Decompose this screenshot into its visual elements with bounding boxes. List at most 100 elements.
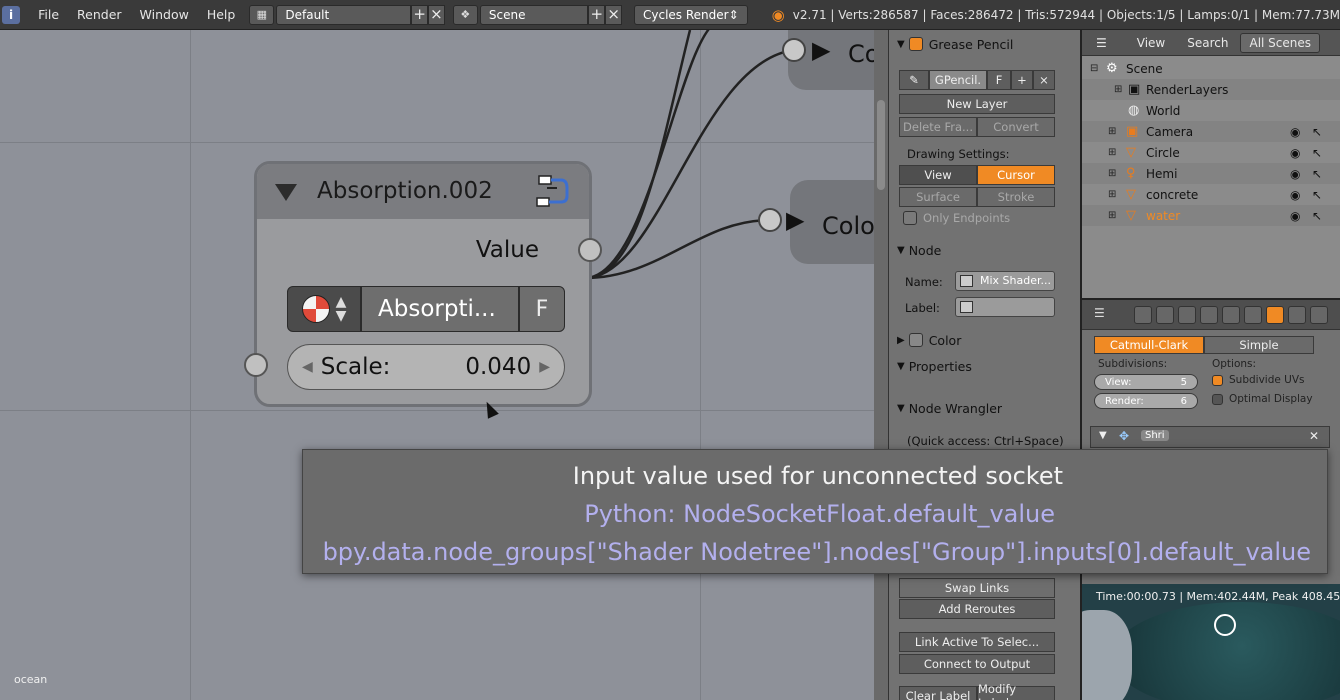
subdivide-uvs-toggle[interactable]: Subdivide UVs	[1212, 374, 1305, 386]
expand-triangle-icon[interactable]: ▼	[897, 403, 905, 414]
collapse-triangle-icon[interactable]: ▼	[1099, 430, 1107, 441]
node-tree-name-field[interactable]: Absorpti...	[361, 286, 519, 332]
add-screen-button[interactable]: +	[411, 4, 429, 25]
modifiers-tab[interactable]	[1266, 306, 1284, 324]
node-wrangler-header[interactable]: ▼ Node Wrangler	[897, 398, 1002, 418]
outliner-item-water[interactable]: ⊞ ▽ water ◉ ↖	[1082, 205, 1340, 226]
add-reroutes-button[interactable]: Add Reroutes	[899, 599, 1055, 619]
expand-icon[interactable]: ⊞	[1108, 189, 1116, 200]
node-input-socket[interactable]	[782, 38, 806, 62]
selectable-arrow-icon[interactable]: ↖	[1312, 167, 1322, 181]
outliner-item-camera[interactable]: ⊞ ▣ Camera ◉ ↖	[1082, 121, 1340, 142]
scene-browse-icon[interactable]: ❖	[452, 4, 478, 25]
collapse-triangle-icon[interactable]	[275, 184, 297, 201]
expand-icon[interactable]: ⊞	[1108, 147, 1116, 158]
absorption-group-node[interactable]: Absorption.002 Value ▲ ▼ Absorpti... F ◀ …	[244, 161, 602, 407]
expand-icon[interactable]: ⊞	[1108, 168, 1116, 179]
visibility-eye-icon[interactable]: ◉	[1290, 167, 1300, 181]
node-section-header[interactable]: ▼ Node	[897, 240, 941, 260]
world-tab[interactable]	[1200, 306, 1218, 324]
color-checkbox[interactable]	[908, 333, 923, 347]
3d-cursor-icon[interactable]	[1214, 614, 1236, 636]
node-group-icon[interactable]	[535, 174, 569, 208]
expand-icon[interactable]: ⊟	[1090, 63, 1098, 74]
gpencil-browse-button[interactable]: ✎	[899, 70, 929, 90]
properties-scrollbar[interactable]	[874, 30, 888, 700]
only-endpoints-toggle[interactable]: Only Endpoints	[903, 208, 1010, 228]
selectable-arrow-icon[interactable]: ↖	[1312, 209, 1322, 223]
outliner-item-world[interactable]: ◍ World	[1082, 100, 1340, 121]
new-layer-button[interactable]: New Layer	[899, 94, 1055, 114]
material-tab[interactable]	[1310, 306, 1328, 324]
increment-arrow-icon[interactable]: ▶	[539, 359, 550, 375]
gpencil-fake-user-button[interactable]: F	[987, 70, 1011, 90]
visibility-eye-icon[interactable]: ◉	[1290, 125, 1300, 139]
simple-button[interactable]: Simple	[1204, 336, 1314, 354]
expand-icon[interactable]: ⊞	[1108, 210, 1116, 221]
outliner-item-concrete[interactable]: ⊞ ▽ concrete ◉ ↖	[1082, 184, 1340, 205]
delete-scene-button[interactable]: ×	[605, 4, 623, 25]
render-tab[interactable]	[1134, 306, 1152, 324]
menu-file[interactable]: File	[38, 7, 59, 22]
outliner-view-menu[interactable]: View	[1137, 36, 1165, 50]
add-gpencil-button[interactable]: +	[1011, 70, 1033, 90]
remove-modifier-icon[interactable]: ✕	[1309, 429, 1319, 443]
menu-window[interactable]: Window	[140, 7, 189, 22]
color-section-header[interactable]: ▶ Color	[897, 330, 961, 350]
outliner-item-circle[interactable]: ⊞ ▽ Circle ◉ ↖	[1082, 142, 1340, 163]
collapsed-triangle-icon[interactable]: ▶	[897, 335, 905, 346]
constraints-tab[interactable]	[1244, 306, 1262, 324]
node-tree-browse-button[interactable]: ▲ ▼	[287, 286, 361, 332]
expand-icon[interactable]: ⊞	[1114, 84, 1122, 95]
node-label-field[interactable]	[955, 297, 1055, 317]
expand-triangle-icon[interactable]: ▼	[897, 245, 905, 256]
scene-field[interactable]: Scene	[479, 4, 589, 25]
render-engine-select[interactable]: Cycles Render ⇕	[634, 4, 748, 25]
gpencil-name-field[interactable]: GPencil.	[929, 70, 987, 90]
visibility-eye-icon[interactable]: ◉	[1290, 146, 1300, 160]
scale-input-socket[interactable]	[244, 353, 268, 377]
draw-surface-button[interactable]: Surface	[899, 187, 977, 207]
delete-screen-button[interactable]: ×	[428, 4, 445, 25]
menu-help[interactable]: Help	[207, 7, 236, 22]
subdivide-uvs-checkbox[interactable]	[1212, 374, 1223, 386]
properties-editor-icon[interactable]: ☰	[1094, 306, 1105, 320]
expand-triangle-icon[interactable]: ▼	[897, 39, 905, 50]
swap-links-button[interactable]: Swap Links	[899, 578, 1055, 598]
node-input-socket[interactable]	[758, 208, 782, 232]
render-layers-tab[interactable]	[1156, 306, 1174, 324]
clear-label-button[interactable]: Clear Label	[899, 686, 977, 700]
collapse-triangle-icon[interactable]: ▶	[812, 36, 830, 64]
only-endpoints-checkbox[interactable]	[903, 211, 917, 225]
draw-view-button[interactable]: View	[899, 165, 977, 185]
object-tab[interactable]	[1222, 306, 1240, 324]
grease-pencil-checkbox[interactable]	[908, 37, 923, 51]
draw-cursor-button[interactable]: Cursor	[977, 165, 1055, 185]
shrinkwrap-modifier-header[interactable]: ▼ ✥ Shri ✕	[1090, 426, 1330, 448]
optimal-display-toggle[interactable]: Optimal Display	[1212, 393, 1313, 405]
expand-icon[interactable]: ⊞	[1108, 126, 1116, 137]
screen-layout-field[interactable]: Default	[276, 4, 412, 25]
outliner-item-renderlayers[interactable]: ⊞ ▣ RenderLayers	[1082, 79, 1340, 100]
fake-user-button[interactable]: F	[519, 286, 565, 332]
menu-render[interactable]: Render	[77, 7, 122, 22]
node-name-field[interactable]: Mix Shader...	[955, 271, 1055, 291]
properties-section-header[interactable]: ▼ Properties	[897, 356, 972, 376]
catmull-clark-button[interactable]: Catmull-Clark	[1094, 336, 1204, 354]
decrement-arrow-icon[interactable]: ◀	[302, 359, 313, 375]
expand-triangle-icon[interactable]: ▼	[897, 361, 905, 372]
draw-stroke-button[interactable]: Stroke	[977, 187, 1055, 207]
outliner-editor-icon[interactable]: ☰	[1096, 36, 1107, 50]
rendered-viewport[interactable]: Time:00:00.73 | Mem:402.44M, Peak 408.45	[1080, 584, 1340, 700]
scale-number-field[interactable]: ◀ Scale: 0.040 ▶	[287, 344, 565, 390]
value-output-socket[interactable]	[578, 238, 602, 262]
screen-layout-browse-icon[interactable]: ▦	[249, 4, 275, 25]
collapse-triangle-icon[interactable]: ▶	[786, 206, 804, 234]
subdiv-render-field[interactable]: Render: 6	[1094, 393, 1198, 409]
optimal-display-checkbox[interactable]	[1212, 393, 1223, 405]
node-header[interactable]: Absorption.002	[257, 164, 589, 219]
outliner-search-menu[interactable]: Search	[1187, 36, 1228, 50]
delete-frame-button[interactable]: Delete Fra...	[899, 117, 977, 137]
display-mode-select[interactable]: All Scenes	[1240, 32, 1321, 53]
outliner-item-hemi[interactable]: ⊞ ♀ Hemi ◉ ↖	[1082, 163, 1340, 184]
